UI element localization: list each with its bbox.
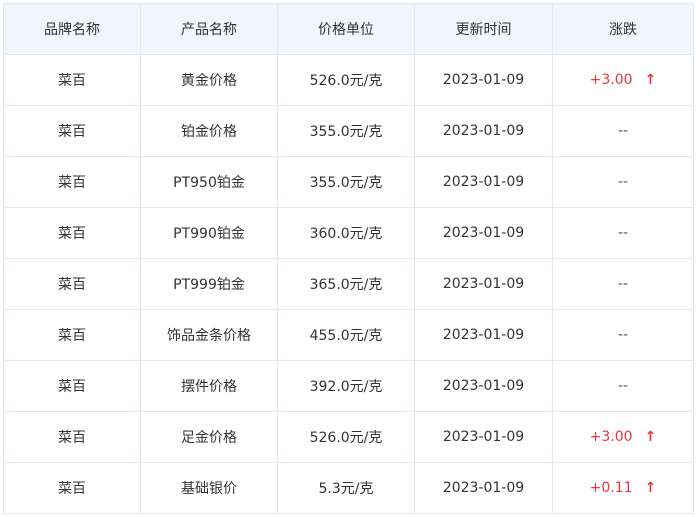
table-row: 菜百 PT990铂金 360.0元/克 2023-01-09 -- (3, 207, 694, 259)
header-row: 品牌名称 产品名称 价格单位 更新时间 涨跌 (3, 3, 694, 55)
cell-unit-price: 355.0元/克 (277, 156, 415, 208)
cell-change: -- (552, 309, 694, 361)
cell-updated: 2023-01-09 (414, 156, 553, 208)
header-brand: 品牌名称 (3, 3, 141, 55)
cell-updated: 2023-01-09 (414, 54, 553, 106)
cell-unit-price: 392.0元/克 (277, 360, 415, 412)
cell-product: 摆件价格 (140, 360, 278, 412)
price-table: 品牌名称 产品名称 价格单位 更新时间 涨跌 菜百 黄金价格 526.0元/克 202… (3, 3, 694, 514)
cell-product: 基础银价 (140, 462, 278, 514)
arrow-up-icon: ↑ (644, 429, 657, 445)
cell-product: 足金价格 (140, 411, 278, 463)
table-row: 菜百 饰品金条价格 455.0元/克 2023-01-09 -- (3, 309, 694, 361)
cell-unit-price: 360.0元/克 (277, 207, 415, 259)
cell-change: -- (552, 207, 694, 259)
cell-brand: 菜百 (3, 105, 141, 157)
cell-updated: 2023-01-09 (414, 462, 553, 514)
cell-brand: 菜百 (3, 309, 141, 361)
change-value: -- (617, 225, 629, 241)
cell-product: PT950铂金 (140, 156, 278, 208)
change-value: +3.00 (589, 72, 633, 88)
cell-unit-price: 365.0元/克 (277, 258, 415, 310)
arrow-up-icon: ↑ (644, 72, 657, 88)
change-value: +0.11 (589, 480, 633, 496)
table-row: 菜百 基础银价 5.3元/克 2023-01-09 +0.11 ↑ (3, 462, 694, 514)
cell-unit-price: 455.0元/克 (277, 309, 415, 361)
table-row: 菜百 足金价格 526.0元/克 2023-01-09 +3.00 ↑ (3, 411, 694, 463)
table-row: 菜百 PT950铂金 355.0元/克 2023-01-09 -- (3, 156, 694, 208)
cell-brand: 菜百 (3, 156, 141, 208)
cell-product: PT990铂金 (140, 207, 278, 259)
cell-change: -- (552, 156, 694, 208)
cell-brand: 菜百 (3, 258, 141, 310)
cell-updated: 2023-01-09 (414, 258, 553, 310)
cell-unit-price: 526.0元/克 (277, 54, 415, 106)
header-updated: 更新时间 (414, 3, 553, 55)
cell-product: 饰品金条价格 (140, 309, 278, 361)
cell-updated: 2023-01-09 (414, 207, 553, 259)
cell-unit-price: 526.0元/克 (277, 411, 415, 463)
cell-product: PT999铂金 (140, 258, 278, 310)
header-product: 产品名称 (140, 3, 278, 55)
cell-change: -- (552, 360, 694, 412)
table-body: 菜百 黄金价格 526.0元/克 2023-01-09 +3.00 ↑ 菜百 铂金价格 355.… (3, 54, 694, 514)
cell-change: +3.00 ↑ (552, 411, 694, 463)
cell-change: -- (552, 105, 694, 157)
change-value: -- (617, 123, 629, 139)
cell-brand: 菜百 (3, 54, 141, 106)
cell-updated: 2023-01-09 (414, 309, 553, 361)
cell-change: +3.00 ↑ (552, 54, 694, 106)
cell-unit-price: 355.0元/克 (277, 105, 415, 157)
table-row: 菜百 摆件价格 392.0元/克 2023-01-09 -- (3, 360, 694, 412)
cell-product: 黄金价格 (140, 54, 278, 106)
cell-brand: 菜百 (3, 360, 141, 412)
cell-change: +0.11 ↑ (552, 462, 694, 514)
change-value: -- (617, 276, 629, 292)
cell-change: -- (552, 258, 694, 310)
table-row: 菜百 PT999铂金 365.0元/克 2023-01-09 -- (3, 258, 694, 310)
change-value: -- (617, 327, 629, 343)
table-header: 品牌名称 产品名称 价格单位 更新时间 涨跌 (3, 3, 694, 55)
cell-updated: 2023-01-09 (414, 105, 553, 157)
cell-brand: 菜百 (3, 207, 141, 259)
cell-brand: 菜百 (3, 462, 141, 514)
change-value: +3.00 (589, 429, 633, 445)
cell-brand: 菜百 (3, 411, 141, 463)
cell-unit-price: 5.3元/克 (277, 462, 415, 514)
table-row: 菜百 黄金价格 526.0元/克 2023-01-09 +3.00 ↑ (3, 54, 694, 106)
table-row: 菜百 铂金价格 355.0元/克 2023-01-09 -- (3, 105, 694, 157)
header-unit-price: 价格单位 (277, 3, 415, 55)
change-value: -- (617, 378, 629, 394)
cell-product: 铂金价格 (140, 105, 278, 157)
header-change: 涨跌 (552, 3, 694, 55)
cell-updated: 2023-01-09 (414, 411, 553, 463)
change-value: -- (617, 174, 629, 190)
arrow-up-icon: ↑ (644, 480, 657, 496)
cell-updated: 2023-01-09 (414, 360, 553, 412)
